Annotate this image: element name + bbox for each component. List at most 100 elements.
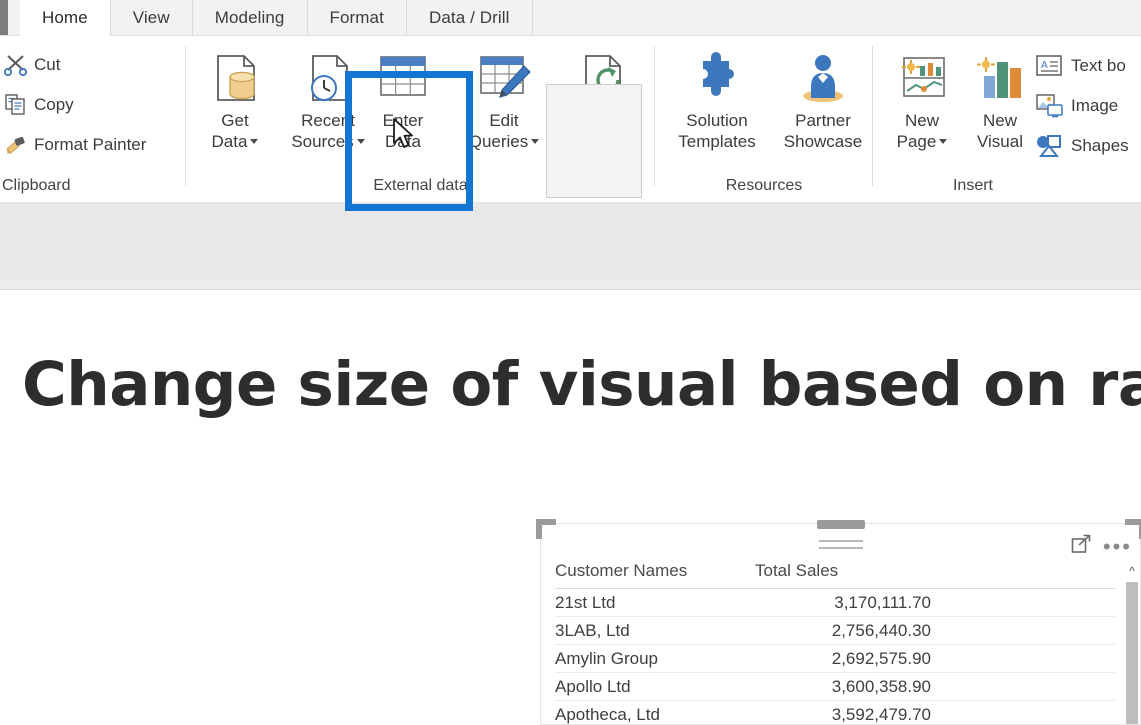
edit-queries-icon: [458, 48, 550, 110]
edit-queries-label-line2: Queries: [458, 131, 550, 152]
new-page-icon: [879, 48, 965, 110]
shapes-label: Shapes: [1071, 136, 1129, 155]
ribbon-group-resources-title: Resources: [725, 177, 803, 194]
chevron-up-icon[interactable]: ^: [1125, 564, 1139, 578]
tab-modeling-label: Modeling: [214, 8, 285, 27]
table-row[interactable]: Apotheca, Ltd 3,592,479.70: [555, 701, 1115, 725]
table-visual[interactable]: ••• Customer Names Total Sales 21st Ltd …: [536, 519, 1141, 725]
table-row[interactable]: 3LAB, Ltd 2,756,440.30: [555, 617, 1115, 645]
focus-mode-icon[interactable]: [1071, 534, 1091, 559]
partner-showcase-label-line1: Partner: [795, 111, 851, 130]
ribbon-group-resources: Solution Templates Partner Showcase Reso…: [655, 36, 873, 203]
format-painter-icon: [4, 133, 30, 157]
cell-sales: 3,600,358.90: [831, 676, 931, 696]
chevron-down-icon[interactable]: [939, 139, 948, 145]
report-canvas[interactable]: Change size of visual based on ra ••• Cu…: [0, 291, 1141, 725]
get-data-label-line1: Get: [221, 111, 249, 130]
enter-data-icon: [360, 48, 446, 110]
more-options-icon[interactable]: •••: [1103, 535, 1132, 557]
edit-queries-label-line1: Edit: [489, 111, 519, 130]
toolbar-gray-band: [0, 203, 1141, 290]
edit-queries-button[interactable]: Edit Queries: [458, 48, 550, 152]
new-page-button[interactable]: New Page: [879, 48, 965, 152]
ribbon-group-clipboard: Cut Copy Format Painter Clipboard: [0, 36, 186, 203]
edit-queries-label-line2-text: Queries: [468, 132, 529, 151]
svg-text:A: A: [1041, 60, 1048, 71]
column-header-customer-names[interactable]: Customer Names: [555, 561, 755, 581]
new-visual-icon: [957, 48, 1043, 110]
tab-format[interactable]: Format: [308, 0, 407, 36]
partner-showcase-button[interactable]: Partner Showcase: [771, 48, 875, 152]
ribbon-group-insert: New Page New Visual A Text bo Image Shap…: [873, 36, 1141, 203]
text-box-label: Text bo: [1071, 56, 1126, 75]
solution-templates-label-line2: Templates: [678, 132, 756, 151]
table-row[interactable]: 21st Ltd 3,170,111.70: [555, 589, 1115, 617]
table-header-row: Customer Names Total Sales: [555, 561, 1115, 589]
table-row[interactable]: Apollo Ltd 3,600,358.90: [555, 673, 1115, 701]
ribbon: Cut Copy Format Painter Clipboard Get Da…: [0, 36, 1141, 211]
tab-home[interactable]: Home: [20, 0, 111, 36]
get-data-label-line2: Data: [192, 131, 278, 152]
text-box-icon: A: [1035, 53, 1065, 79]
text-box-button[interactable]: A Text bo: [1035, 50, 1126, 82]
solution-templates-button[interactable]: Solution Templates: [665, 48, 769, 152]
resize-handle-top-left[interactable]: [536, 519, 556, 539]
copy-button[interactable]: Copy: [4, 90, 74, 120]
chevron-down-icon[interactable]: [531, 139, 540, 145]
column-header-total-sales[interactable]: Total Sales: [755, 561, 955, 581]
visual-header-icons: •••: [1071, 534, 1132, 559]
tab-view[interactable]: View: [111, 0, 193, 36]
power-bi-desktop-window: Home View Modeling Format Data / Drill C…: [0, 0, 1141, 725]
cell-sales: 3,170,111.70: [834, 592, 931, 612]
cut-button[interactable]: Cut: [3, 50, 61, 80]
solution-templates-label-line1: Solution: [686, 111, 748, 130]
person-icon: [771, 48, 875, 110]
new-visual-label-line1: New: [982, 111, 1017, 130]
cell-customer: Apotheca, Ltd: [555, 704, 660, 724]
drag-handle-icon[interactable]: [818, 540, 863, 554]
copy-label: Copy: [34, 95, 74, 114]
new-visual-button[interactable]: New Visual: [957, 48, 1043, 152]
shapes-icon: [1035, 133, 1065, 159]
tab-modeling[interactable]: Modeling: [193, 0, 308, 36]
new-page-label-line1: New: [904, 111, 939, 130]
get-data-icon: [192, 48, 278, 110]
table-vertical-scrollbar[interactable]: ^: [1125, 560, 1139, 724]
ribbon-group-clipboard-title: Clipboard: [2, 177, 71, 194]
cell-sales: 3,592,479.70: [831, 704, 931, 724]
tab-data-drill[interactable]: Data / Drill: [407, 0, 533, 36]
cell-sales: 2,756,440.30: [831, 620, 931, 640]
chevron-down-icon[interactable]: [250, 139, 259, 145]
cell-customer: Amylin Group: [555, 648, 658, 668]
enter-data-button-selected-bg: [546, 84, 642, 198]
new-page-label-line2-text: Page: [896, 132, 937, 151]
tab-format-label: Format: [329, 8, 384, 27]
ribbon-group-external-data: Get Data Recent Sources Enter Data Edit …: [186, 36, 655, 203]
copy-icon: [4, 93, 30, 117]
page-title: Change size of visual based on ra: [22, 349, 1141, 420]
image-button[interactable]: Image: [1035, 90, 1118, 122]
tab-home-label: Home: [42, 8, 88, 27]
resize-handle-top-middle[interactable]: [816, 520, 865, 529]
shapes-button[interactable]: Shapes: [1035, 130, 1129, 162]
ribbon-tabs: Home View Modeling Format Data / Drill: [20, 0, 533, 36]
enter-data-label-line2: Data: [385, 132, 421, 151]
get-data-button[interactable]: Get Data: [192, 48, 278, 152]
tab-view-label: View: [132, 8, 170, 27]
recent-sources-label-line2-text: Sources: [291, 132, 354, 151]
image-label: Image: [1071, 96, 1119, 115]
format-painter-button[interactable]: Format Painter: [4, 130, 146, 160]
cell-customer: 21st Ltd: [555, 592, 616, 612]
ribbon-group-insert-title: Insert: [952, 177, 993, 194]
image-icon: [1035, 93, 1065, 119]
partner-showcase-label-line2: Showcase: [783, 132, 863, 151]
table-row[interactable]: Amylin Group 2,692,575.90: [555, 645, 1115, 673]
enter-data-button[interactable]: Enter Data: [360, 48, 446, 152]
scrollbar-thumb[interactable]: [1126, 582, 1138, 724]
puzzle-piece-icon: [665, 48, 769, 110]
cell-customer: Apollo Ltd: [555, 676, 631, 696]
cut-label: Cut: [34, 55, 61, 74]
scissors-icon: [3, 53, 30, 77]
get-data-label-line2-text: Data: [211, 132, 248, 151]
cell-sales: 2,692,575.90: [831, 648, 931, 668]
